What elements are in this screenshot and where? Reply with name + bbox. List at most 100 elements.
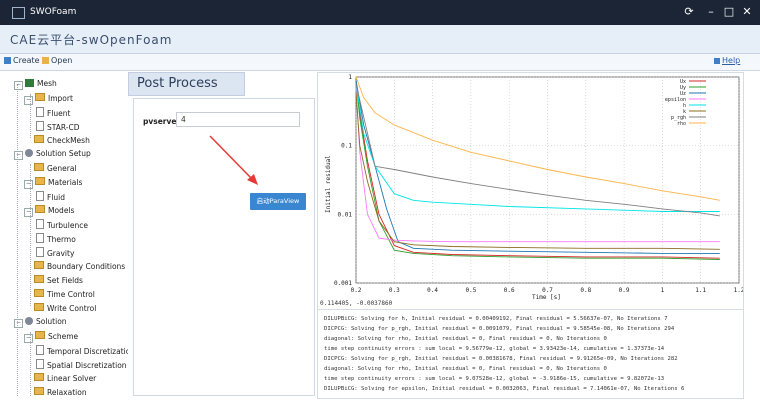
tree-item-spatial-discretization[interactable]: Spatial Discretization (36, 359, 127, 371)
tree-item-solution[interactable]: − Solution (14, 317, 67, 328)
folder-icon (34, 373, 44, 381)
x-tick-label: 1.2 (734, 287, 743, 294)
tree-label: Thermo (47, 235, 76, 244)
create-label: Create (13, 56, 40, 65)
tree-label: Models (48, 206, 75, 215)
tree-label: Fluent (47, 109, 71, 118)
minimize-icon[interactable]: – (704, 5, 718, 19)
window-title: SWOFoam (30, 7, 77, 17)
tree-item-time-control[interactable]: Time Control (34, 289, 95, 300)
tree-item-models[interactable]: − Models (24, 205, 74, 217)
log-line: DICPCG: Solving for p_rgh, Initial resid… (324, 326, 675, 332)
mesh-icon (25, 79, 34, 87)
tree-label: STAR-CD (47, 123, 80, 132)
x-tick-label: 0.3 (389, 287, 400, 294)
x-tick-label: 0.6 (504, 287, 515, 294)
create-button[interactable]: Create (4, 56, 40, 65)
tree-item-fluid[interactable]: Fluid (36, 191, 65, 203)
post-process-tab[interactable]: Post Process (128, 72, 245, 96)
collapse-icon[interactable]: − (14, 319, 23, 328)
log-line: time step continuity errors : sum local … (324, 376, 665, 382)
collapse-icon[interactable]: − (24, 208, 33, 217)
tree-label: Gravity (47, 249, 75, 258)
pvserver-input[interactable] (176, 112, 300, 127)
tree-item-mesh[interactable]: − Mesh (14, 79, 57, 90)
x-tick-label: 0.2 (351, 287, 362, 294)
tree-label: Import (48, 94, 73, 103)
folder-icon (34, 289, 44, 297)
x-tick-label: 0.4 (427, 287, 438, 294)
cursor-coordinate-readout: 0.114405, -0.0037860 (320, 300, 393, 307)
document-icon (36, 233, 44, 243)
x-tick-label: 1 (661, 287, 665, 294)
tree-item-temporal-discretization[interactable]: Temporal Discretization (36, 345, 128, 357)
maximize-icon[interactable]: □ (722, 5, 736, 19)
brand-bar: CAE云平台-swOpenFoam (0, 25, 760, 54)
tree-item-checkmesh[interactable]: CheckMesh (34, 135, 90, 146)
tree-item-materials[interactable]: − Materials (24, 177, 82, 189)
collapse-icon[interactable]: − (14, 151, 23, 160)
x-axis-label: Time [s] (532, 294, 561, 301)
tree-item-set-fields[interactable]: Set Fields (34, 275, 83, 286)
tree-item-solution-setup[interactable]: − Solution Setup (14, 149, 91, 160)
open-button[interactable]: Open (42, 56, 72, 65)
x-tick-label: 1.1 (695, 287, 706, 294)
gear-icon (25, 149, 33, 157)
tree-label: Spatial Discretization (47, 361, 127, 370)
refresh-icon[interactable]: ⟳ (682, 5, 696, 19)
help-link[interactable]: Help (714, 56, 740, 65)
y-tick-label: 0.1 (341, 143, 352, 150)
x-tick-label: 0.9 (619, 287, 630, 294)
tree-item-fluent[interactable]: Fluent (36, 107, 70, 119)
tree-item-boundary-conditions[interactable]: Boundary Conditions (34, 261, 125, 272)
document-icon (36, 107, 44, 117)
launch-paraview-button[interactable]: 启动ParaView (250, 193, 306, 210)
tree-item-write-control[interactable]: Write Control (34, 303, 96, 314)
gear-icon (25, 317, 33, 325)
folder-icon (34, 163, 44, 171)
log-line: DICPCG: Solving for p_rgh, Initial resid… (324, 356, 678, 362)
app-icon (12, 7, 25, 19)
tree-item-thermo[interactable]: Thermo (36, 233, 76, 245)
residual-chart: 0.2 0.3 0.4 0.5 0.6 0.7 0.8 0.9 1 1.1 1.2 0.001 0.01… (325, 74, 745, 301)
collapse-icon[interactable]: − (24, 180, 33, 189)
log-line: diagonal: Solving for rho, Initial resid… (324, 366, 607, 372)
log-line: time step continuity errors : sum local … (324, 346, 665, 352)
y-tick-label: 0.001 (334, 280, 352, 287)
x-tick-label: 0.7 (542, 287, 553, 294)
tree-label: Write Control (47, 304, 97, 313)
tree-item-linear-solver[interactable]: Linear Solver (34, 373, 96, 384)
folder-icon (34, 303, 44, 311)
folder-icon (35, 205, 45, 213)
tree-item-starcd[interactable]: STAR-CD (36, 121, 80, 133)
folder-icon (34, 275, 44, 283)
y-tick-label: 1 (348, 74, 352, 81)
close-icon[interactable]: ✕ (740, 5, 754, 19)
brand-title: CAE云平台-swOpenFoam (10, 33, 173, 47)
tree-label: Mesh (37, 79, 57, 88)
post-process-title: Post Process (137, 76, 218, 91)
case-tree: − Mesh − Import Fluent STAR-CD CheckMesh −… (0, 72, 129, 396)
collapse-icon[interactable]: − (24, 96, 33, 105)
document-icon (36, 359, 44, 369)
tree-label: Fluid (47, 193, 65, 202)
tree-item-turbulence[interactable]: Turbulence (36, 219, 88, 231)
tree-item-gravity[interactable]: Gravity (36, 247, 74, 259)
tree-item-relaxation[interactable]: Relaxation (34, 387, 87, 396)
tree-item-scheme[interactable]: − Scheme (24, 331, 78, 343)
help-icon (714, 58, 720, 64)
toolbar: Create Open Help (0, 54, 760, 71)
collapse-icon[interactable]: − (14, 81, 23, 90)
tree-label: Linear Solver (47, 374, 97, 383)
folder-icon (35, 177, 45, 185)
tree-label: Turbulence (47, 221, 88, 230)
collapse-icon[interactable]: − (24, 334, 33, 343)
x-tick-label: 0.8 (580, 287, 591, 294)
tree-item-general[interactable]: General (34, 163, 77, 174)
tree-label: General (47, 164, 77, 173)
log-line: DILUPBiCG: Solving for epsilon, Initial … (324, 386, 685, 392)
log-line: diagonal: Solving for rho, Initial resid… (324, 336, 607, 342)
tree-item-import[interactable]: − Import (24, 93, 73, 105)
document-icon (36, 247, 44, 257)
solver-log-panel[interactable]: DILUPBiCG: Solving for h, Initial residu… (317, 309, 744, 399)
